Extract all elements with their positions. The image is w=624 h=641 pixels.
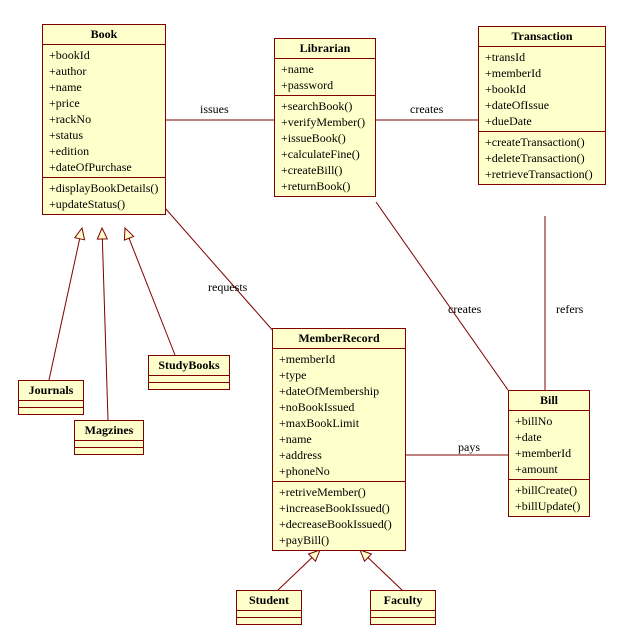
attr: +phoneNo: [279, 463, 401, 479]
attr: +rackNo: [49, 111, 161, 127]
attr: +transId: [485, 49, 601, 65]
class-journals-title: Journals: [19, 381, 83, 401]
class-memberrecord-ops: +retriveMember() +increaseBookIssued() +…: [273, 482, 405, 550]
assoc-label-creates1: creates: [410, 102, 443, 117]
assoc-label-pays: pays: [458, 440, 480, 455]
attr: +bookId: [485, 81, 601, 97]
class-memberrecord: MemberRecord +memberId +type +dateOfMemb…: [272, 328, 406, 551]
empty: [371, 611, 435, 618]
class-book-attrs: +bookId +author +name +price +rackNo +st…: [43, 45, 165, 178]
class-librarian-title: Librarian: [275, 39, 375, 59]
empty: [149, 376, 229, 383]
class-bill-title: Bill: [509, 391, 589, 411]
attr: +password: [281, 77, 371, 93]
op: +displayBookDetails(): [49, 180, 161, 196]
class-transaction-ops: +createTransaction() +deleteTransaction(…: [479, 132, 605, 184]
op: +createBill(): [281, 162, 371, 178]
class-faculty-title: Faculty: [371, 591, 435, 611]
class-bill-ops: +billCreate() +billUpdate(): [509, 480, 589, 516]
op: +deleteTransaction(): [485, 150, 601, 166]
class-book: Book +bookId +author +name +price +rackN…: [42, 24, 166, 215]
attr: +bookId: [49, 47, 161, 63]
attr: +address: [279, 447, 401, 463]
empty: [371, 618, 435, 624]
attr: +name: [281, 61, 371, 77]
class-transaction-title: Transaction: [479, 27, 605, 47]
op: +retrieveTransaction(): [485, 166, 601, 182]
assoc-label-creates2: creates: [448, 302, 481, 317]
attr: +memberId: [279, 351, 401, 367]
attr: +amount: [515, 461, 585, 477]
attr: +author: [49, 63, 161, 79]
attr: +billNo: [515, 413, 585, 429]
assoc-label-requests: requests: [208, 280, 247, 295]
attr: +status: [49, 127, 161, 143]
op: +verifyMember(): [281, 114, 371, 130]
class-book-ops: +displayBookDetails() +updateStatus(): [43, 178, 165, 214]
class-transaction-attrs: +transId +memberId +bookId +dateOfIssue …: [479, 47, 605, 132]
empty: [149, 383, 229, 389]
attr: +maxBookLimit: [279, 415, 401, 431]
op: +increaseBookIssued(): [279, 500, 401, 516]
op: +billUpdate(): [515, 498, 585, 514]
attr: +memberId: [515, 445, 585, 461]
attr: +dateOfPurchase: [49, 159, 161, 175]
op: +createTransaction(): [485, 134, 601, 150]
attr: +dueDate: [485, 113, 601, 129]
empty: [75, 448, 143, 454]
attr: +price: [49, 95, 161, 111]
op: +decreaseBookIssued(): [279, 516, 401, 532]
class-journals: Journals: [18, 380, 84, 415]
op: +calculateFine(): [281, 146, 371, 162]
attr: +memberId: [485, 65, 601, 81]
op: +searchBook(): [281, 98, 371, 114]
class-memberrecord-attrs: +memberId +type +dateOfMembership +noBoo…: [273, 349, 405, 482]
empty: [237, 611, 301, 618]
class-book-title: Book: [43, 25, 165, 45]
class-student: Student: [236, 590, 302, 625]
op: +retriveMember(): [279, 484, 401, 500]
class-librarian-ops: +searchBook() +verifyMember() +issueBook…: [275, 96, 375, 196]
attr: +dateOfIssue: [485, 97, 601, 113]
class-studybooks-title: StudyBooks: [149, 356, 229, 376]
empty: [19, 401, 83, 408]
op: +updateStatus(): [49, 196, 161, 212]
class-librarian-attrs: +name +password: [275, 59, 375, 96]
op: +issueBook(): [281, 130, 371, 146]
attr: +edition: [49, 143, 161, 159]
class-memberrecord-title: MemberRecord: [273, 329, 405, 349]
class-student-title: Student: [237, 591, 301, 611]
class-bill: Bill +billNo +date +memberId +amount +bi…: [508, 390, 590, 517]
attr: +type: [279, 367, 401, 383]
attr: +name: [49, 79, 161, 95]
empty: [19, 408, 83, 414]
op: +billCreate(): [515, 482, 585, 498]
class-magzines-title: Magzines: [75, 421, 143, 441]
attr: +dateOfMembership: [279, 383, 401, 399]
attr: +name: [279, 431, 401, 447]
class-studybooks: StudyBooks: [148, 355, 230, 390]
op: +returnBook(): [281, 178, 371, 194]
assoc-label-refers: refers: [556, 302, 583, 317]
empty: [237, 618, 301, 624]
op: +payBill(): [279, 532, 401, 548]
empty: [75, 441, 143, 448]
assoc-label-issues: issues: [200, 102, 229, 117]
class-magzines: Magzines: [74, 420, 144, 455]
class-transaction: Transaction +transId +memberId +bookId +…: [478, 26, 606, 185]
class-librarian: Librarian +name +password +searchBook() …: [274, 38, 376, 197]
attr: +noBookIssued: [279, 399, 401, 415]
class-bill-attrs: +billNo +date +memberId +amount: [509, 411, 589, 480]
attr: +date: [515, 429, 585, 445]
class-faculty: Faculty: [370, 590, 436, 625]
